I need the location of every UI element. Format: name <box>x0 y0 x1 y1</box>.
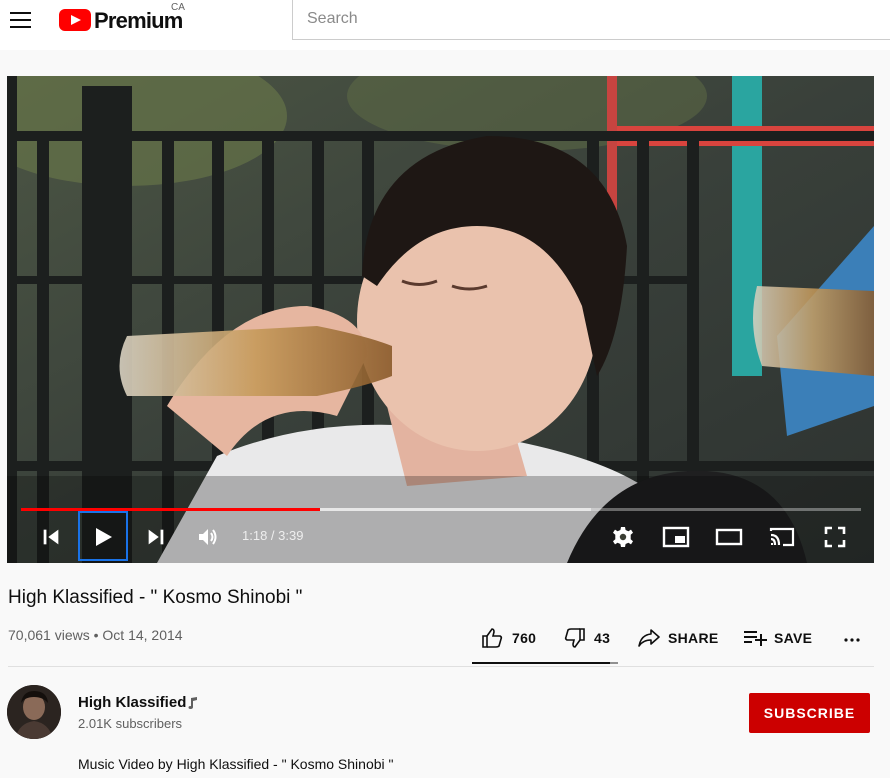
like-button[interactable]: 760 <box>480 626 536 650</box>
previous-button[interactable] <box>34 520 68 554</box>
more-actions-button[interactable] <box>842 626 862 650</box>
video-player[interactable]: 1:18 / 3:39 <box>7 76 874 563</box>
music-note-icon <box>188 697 197 709</box>
dislike-button[interactable]: 43 <box>563 626 610 650</box>
country-code: CA <box>171 2 185 13</box>
divider <box>8 666 874 667</box>
play-button[interactable] <box>85 520 121 554</box>
video-meta: 70,061 views • Oct 14, 2014 <box>8 627 183 643</box>
volume-icon <box>199 529 217 545</box>
menu-icon[interactable] <box>10 10 32 28</box>
save-button[interactable]: SAVE <box>742 626 812 650</box>
logo-text: Premium <box>94 8 183 33</box>
video-title: High Klassified - " Kosmo Shinobi " <box>8 587 303 608</box>
masthead: Premium CA <box>0 0 890 50</box>
next-button[interactable] <box>139 520 173 554</box>
avatar-image <box>7 685 61 739</box>
volume-button[interactable] <box>191 520 225 554</box>
youtube-play-logo-icon <box>59 9 91 31</box>
more-horizontal-icon <box>844 638 860 642</box>
subscriber-count: 2.01K subscribers <box>78 716 183 731</box>
share-label: SHARE <box>668 630 719 646</box>
fullscreen-button[interactable] <box>817 520 853 554</box>
thumbs-down-icon <box>564 628 585 648</box>
like-count: 760 <box>512 630 537 646</box>
next-icon <box>148 529 164 545</box>
thumbs-up-icon <box>482 628 503 648</box>
channel-avatar[interactable] <box>7 685 61 739</box>
channel-name[interactable]: High Klassified <box>78 694 186 711</box>
video-frame <box>7 76 874 563</box>
theater-icon <box>715 528 743 546</box>
video-description: Music Video by High Klassified - " Kosmo… <box>78 756 394 772</box>
theater-mode-button[interactable] <box>711 520 747 554</box>
play-icon <box>96 528 112 546</box>
settings-icon <box>613 527 633 547</box>
fullscreen-icon <box>824 526 846 548</box>
share-icon <box>638 629 660 647</box>
search-input[interactable] <box>292 0 890 40</box>
dislike-count: 43 <box>594 630 611 646</box>
sentiment-bar-likes <box>472 662 611 664</box>
add-to-playlist-icon <box>744 631 767 646</box>
previous-icon <box>43 529 59 545</box>
miniplayer-icon <box>662 526 690 548</box>
time-display: 1:18 / 3:39 <box>242 528 304 543</box>
progress-played[interactable] <box>21 508 321 511</box>
settings-button[interactable] <box>605 520 641 554</box>
miniplayer-button[interactable] <box>658 520 694 554</box>
save-label: SAVE <box>774 630 813 646</box>
subscribe-button[interactable]: SUBSCRIBE <box>749 693 870 733</box>
cast-icon <box>769 527 795 547</box>
cast-button[interactable] <box>764 520 800 554</box>
share-button[interactable]: SHARE <box>636 626 719 650</box>
